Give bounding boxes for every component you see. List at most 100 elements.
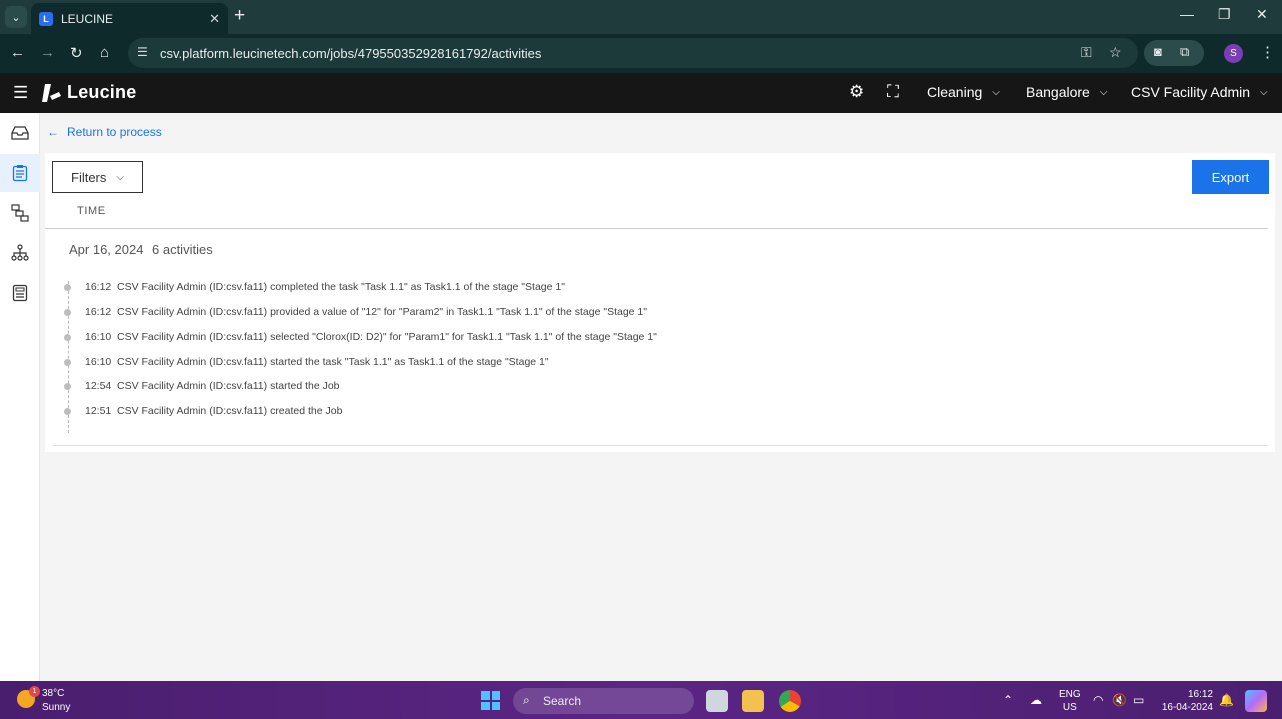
- chevron-down-icon: ⌵: [116, 171, 124, 183]
- back-arrow-icon[interactable]: ←: [10, 44, 25, 61]
- activity-time: 16:10: [85, 356, 112, 368]
- show-hidden-icons-chevron-icon[interactable]: ⌃: [1003, 693, 1013, 707]
- activity-item: 12:54 CSV Facility Admin (ID:csv.fa11) s…: [64, 378, 340, 394]
- header-divider: [45, 228, 1268, 229]
- weather-temperature[interactable]: 38°C: [42, 688, 64, 699]
- sidebar-item-jobs[interactable]: [0, 154, 40, 192]
- search-icon: ⌕: [523, 693, 530, 707]
- timeline-dot: [64, 333, 71, 341]
- qr-scan-icon[interactable]: ⛶: [887, 82, 899, 102]
- activity-time: 16:12: [85, 281, 112, 293]
- screenshot-extension-icon[interactable]: ◙: [1154, 44, 1162, 59]
- site-settings-icon[interactable]: ☰: [137, 45, 148, 59]
- wifi-icon[interactable]: ◠: [1093, 693, 1103, 707]
- url-field[interactable]: ☰ csv.platform.leucinetech.com/jobs/4795…: [128, 38, 1138, 68]
- tab-search-chevron-icon[interactable]: ⌄: [5, 6, 27, 28]
- windows-start-icon[interactable]: [481, 691, 500, 710]
- activity-text: CSV Facility Admin (ID:csv.fa11) created…: [117, 405, 343, 417]
- clipboard-list-icon: [12, 165, 28, 182]
- profile-avatar[interactable]: S: [1224, 44, 1243, 63]
- browser-address-bar: ← → ↻ ⌂ ☰ csv.platform.leucinetech.com/j…: [0, 34, 1282, 73]
- activity-card: Filters ⌵ Export TIME Apr 16, 2024 6 act…: [45, 153, 1275, 452]
- filters-label: Filters: [71, 169, 107, 185]
- taskbar-clock[interactable]: 16:12 16-04-2024: [1159, 688, 1213, 714]
- activity-text: CSV Facility Admin (ID:csv.fa11) started…: [117, 356, 549, 368]
- tab-title: LEUCINE: [61, 11, 114, 26]
- sidebar-item-reports[interactable]: [0, 274, 40, 312]
- bookmark-star-icon[interactable]: ☆: [1109, 44, 1122, 61]
- timeline-dot: [64, 358, 71, 366]
- chrome-browser-icon[interactable]: [779, 690, 801, 712]
- chevron-down-icon: ⌵: [1260, 86, 1268, 98]
- clock-time: 16:12: [1187, 689, 1213, 700]
- sidebar-item-hierarchy[interactable]: [0, 234, 40, 272]
- return-label: Return to process: [67, 125, 162, 139]
- clock-date: 16-04-2024: [1161, 702, 1213, 713]
- timeline-dot: [64, 308, 71, 316]
- leucine-logo-icon: [42, 84, 61, 102]
- file-explorer-icon[interactable]: [742, 690, 764, 712]
- app-header: ☰ Leucine ⚙ ⛶ Cleaning ⌵ Bangalore ⌵ CSV…: [0, 73, 1282, 113]
- timeline-dot: [64, 407, 71, 415]
- browser-tab-bar: ⌄ L LEUCINE ✕ + — ❐ ✕: [0, 0, 1282, 34]
- chevron-down-icon: ⌵: [992, 86, 1000, 98]
- minimize-icon[interactable]: —: [1180, 6, 1194, 22]
- close-window-icon[interactable]: ✕: [1256, 6, 1268, 23]
- taskbar-search[interactable]: ⌕ Search: [513, 688, 694, 714]
- hierarchy-tree-icon: [11, 244, 29, 261]
- home-icon[interactable]: ⌂: [100, 44, 109, 61]
- activity-item: 16:12 CSV Facility Admin (ID:csv.fa11) c…: [64, 279, 565, 295]
- task-view-icon[interactable]: [706, 690, 728, 712]
- browser-tab[interactable]: L LEUCINE ✕: [31, 3, 228, 34]
- new-tab-plus-icon[interactable]: +: [234, 5, 245, 27]
- timeline-dot: [64, 283, 71, 291]
- password-key-icon[interactable]: ⚿: [1081, 44, 1092, 61]
- taskbar-search-label: Search: [543, 694, 582, 708]
- brand-name: Leucine: [67, 82, 137, 102]
- sidebar-item-processes[interactable]: [0, 194, 40, 232]
- puzzle-extensions-icon[interactable]: ⧉: [1180, 44, 1189, 60]
- reload-icon[interactable]: ↻: [70, 44, 83, 62]
- use-case-label: Cleaning: [927, 84, 983, 100]
- tab-close-icon[interactable]: ✕: [209, 11, 220, 27]
- activity-item: 12:51 CSV Facility Admin (ID:csv.fa11) c…: [64, 403, 342, 419]
- chevron-down-icon: ⌵: [1099, 86, 1108, 98]
- restore-icon[interactable]: ❐: [1218, 6, 1231, 23]
- return-to-process-link[interactable]: ← Return to process: [47, 125, 162, 139]
- filters-button[interactable]: Filters ⌵: [52, 161, 143, 193]
- activity-item: 16:10 CSV Facility Admin (ID:csv.fa11) s…: [64, 329, 657, 345]
- battery-icon[interactable]: ▭: [1133, 693, 1144, 707]
- settings-gear-icon[interactable]: ⚙: [849, 82, 864, 102]
- speaker-muted-icon[interactable]: 🔇: [1112, 693, 1127, 707]
- sidebar-item-inbox[interactable]: [0, 114, 40, 152]
- input-language-indicator[interactable]: ENG US: [1059, 688, 1081, 714]
- leucine-favicon-icon: L: [39, 11, 53, 26]
- facility-dropdown[interactable]: Bangalore ⌵: [1026, 84, 1107, 100]
- browser-menu-icon[interactable]: ⋮: [1260, 43, 1275, 61]
- activity-text: CSV Facility Admin (ID:csv.fa11) selecte…: [117, 331, 657, 343]
- lang-line1: ENG: [1059, 689, 1081, 700]
- onedrive-cloud-icon[interactable]: ☁: [1030, 693, 1042, 707]
- export-button[interactable]: Export: [1192, 160, 1269, 194]
- use-case-dropdown[interactable]: Cleaning ⌵: [927, 84, 1000, 100]
- card-footer-divider: [53, 445, 1268, 446]
- notification-bell-icon[interactable]: 🔔: [1219, 693, 1234, 707]
- weather-notification-badge: 1: [29, 686, 40, 697]
- windows-taskbar: 1 38°C Sunny ⌕ Search ⌃ ☁ ENG US ◠ 🔇 ▭ 1…: [0, 681, 1282, 719]
- user-label: CSV Facility Admin: [1131, 84, 1251, 100]
- url-text[interactable]: csv.platform.leucinetech.com/jobs/479550…: [160, 46, 541, 61]
- lang-line2: US: [1062, 702, 1077, 713]
- activity-item: 16:12 CSV Facility Admin (ID:csv.fa11) p…: [64, 304, 647, 320]
- activity-text: CSV Facility Admin (ID:csv.fa11) started…: [117, 380, 340, 392]
- activity-time: 16:12: [85, 306, 112, 318]
- facility-label: Bangalore: [1026, 84, 1090, 100]
- activity-time: 12:54: [85, 380, 112, 392]
- hamburger-menu-icon[interactable]: ☰: [13, 83, 28, 103]
- time-column-header: TIME: [77, 205, 106, 217]
- weather-condition[interactable]: Sunny: [42, 702, 70, 713]
- forward-arrow-icon[interactable]: →: [40, 44, 55, 61]
- activity-text: CSV Facility Admin (ID:csv.fa11) complet…: [117, 281, 565, 293]
- timeline-dot: [64, 382, 71, 390]
- user-dropdown[interactable]: CSV Facility Admin ⌵: [1131, 84, 1268, 100]
- copilot-icon[interactable]: [1245, 690, 1267, 712]
